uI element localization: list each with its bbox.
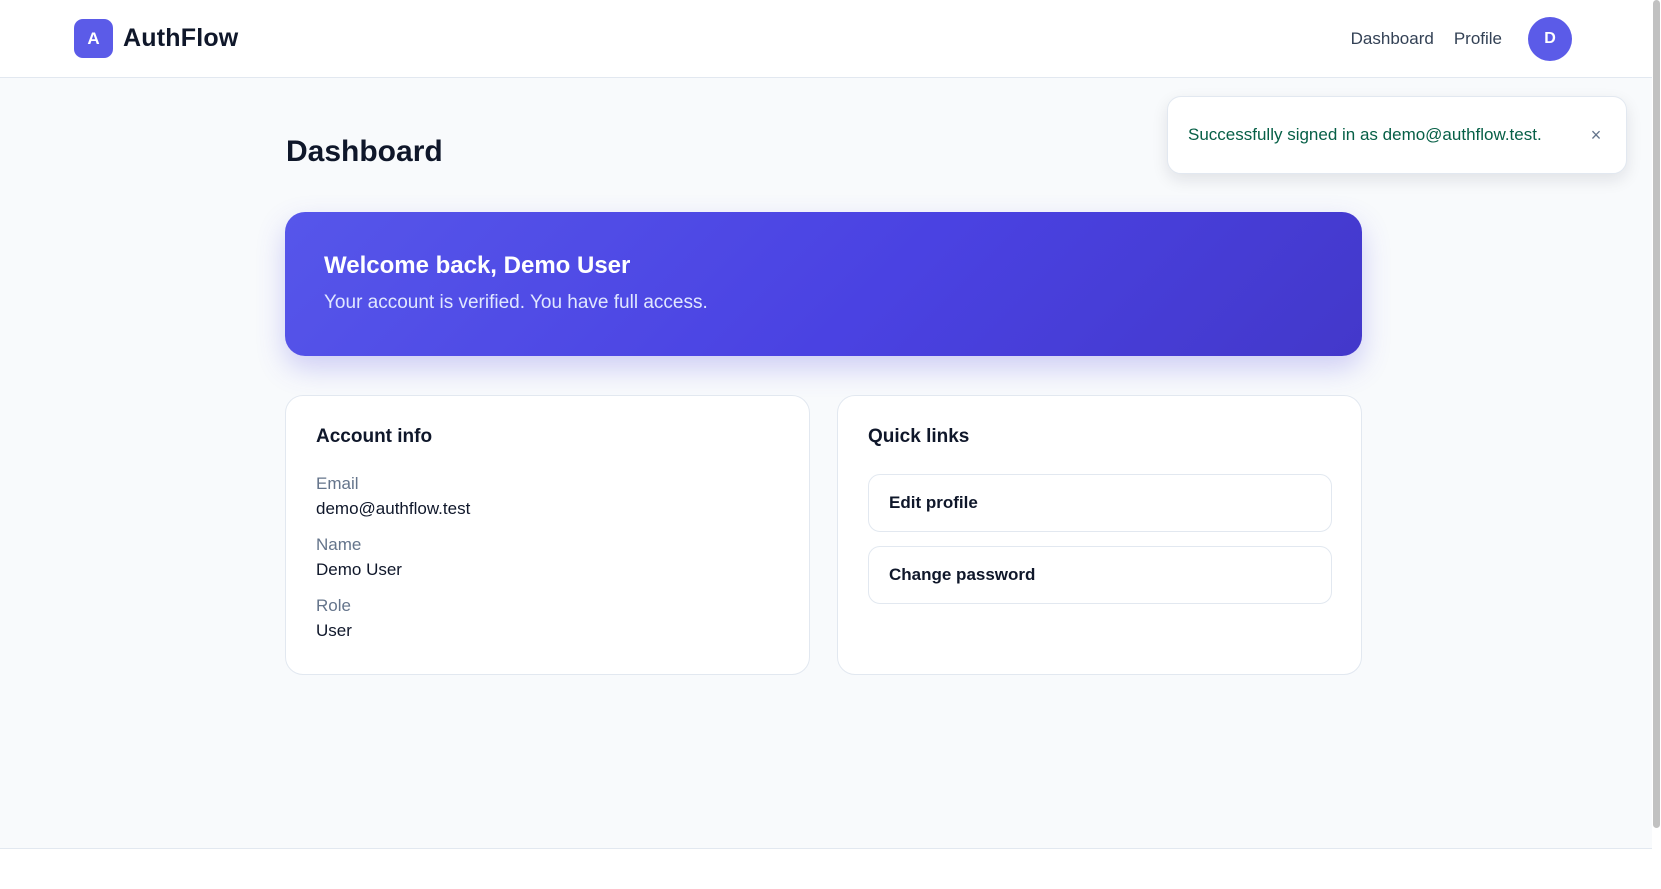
welcome-subtitle: Your account is verified. You have full … — [324, 292, 708, 313]
brand-logo[interactable]: A AuthFlow — [74, 19, 238, 58]
account-field-role: Role User — [316, 596, 779, 641]
user-avatar[interactable]: D — [1528, 17, 1572, 61]
quick-links-title: Quick links — [868, 426, 970, 447]
field-value: Demo User — [316, 560, 402, 579]
vertical-scrollbar[interactable] — [1652, 0, 1661, 889]
field-label: Role — [316, 596, 351, 615]
top-navigation-bar: A AuthFlow Dashboard Profile D — [0, 0, 1652, 78]
nav-link-dashboard[interactable]: Dashboard — [1351, 29, 1434, 49]
field-label: Name — [316, 535, 362, 554]
close-icon[interactable]: × — [1586, 125, 1606, 145]
footer-divider — [0, 848, 1652, 849]
account-info-title: Account info — [316, 426, 433, 447]
brand-name: AuthFlow — [123, 24, 239, 52]
edit-profile-link[interactable]: Edit profile — [868, 474, 1332, 532]
toast-message: Successfully signed in as demo@authflow.… — [1188, 125, 1542, 144]
success-toast: Successfully signed in as demo@authflow.… — [1167, 96, 1627, 174]
app-viewport: A AuthFlow Dashboard Profile D Successfu… — [0, 0, 1652, 849]
welcome-banner: Welcome back, Demo User Your account is … — [285, 212, 1362, 356]
account-field-name: Name Demo User — [316, 535, 779, 580]
page-title: Dashboard — [286, 135, 443, 168]
field-label: Email — [316, 474, 359, 493]
nav-link-profile[interactable]: Profile — [1454, 29, 1502, 49]
main-nav: Dashboard Profile D — [1351, 17, 1572, 61]
account-info-card: Account info Email demo@authflow.test Na… — [285, 395, 810, 675]
change-password-link[interactable]: Change password — [868, 546, 1332, 604]
welcome-title: Welcome back, Demo User — [324, 252, 631, 279]
quick-links-card: Quick links Edit profile Change password — [837, 395, 1362, 675]
scrollbar-thumb[interactable] — [1653, 0, 1660, 828]
field-value: User — [316, 621, 352, 640]
account-field-email: Email demo@authflow.test — [316, 474, 779, 519]
field-value: demo@authflow.test — [316, 499, 471, 518]
brand-mark: A — [74, 19, 113, 58]
